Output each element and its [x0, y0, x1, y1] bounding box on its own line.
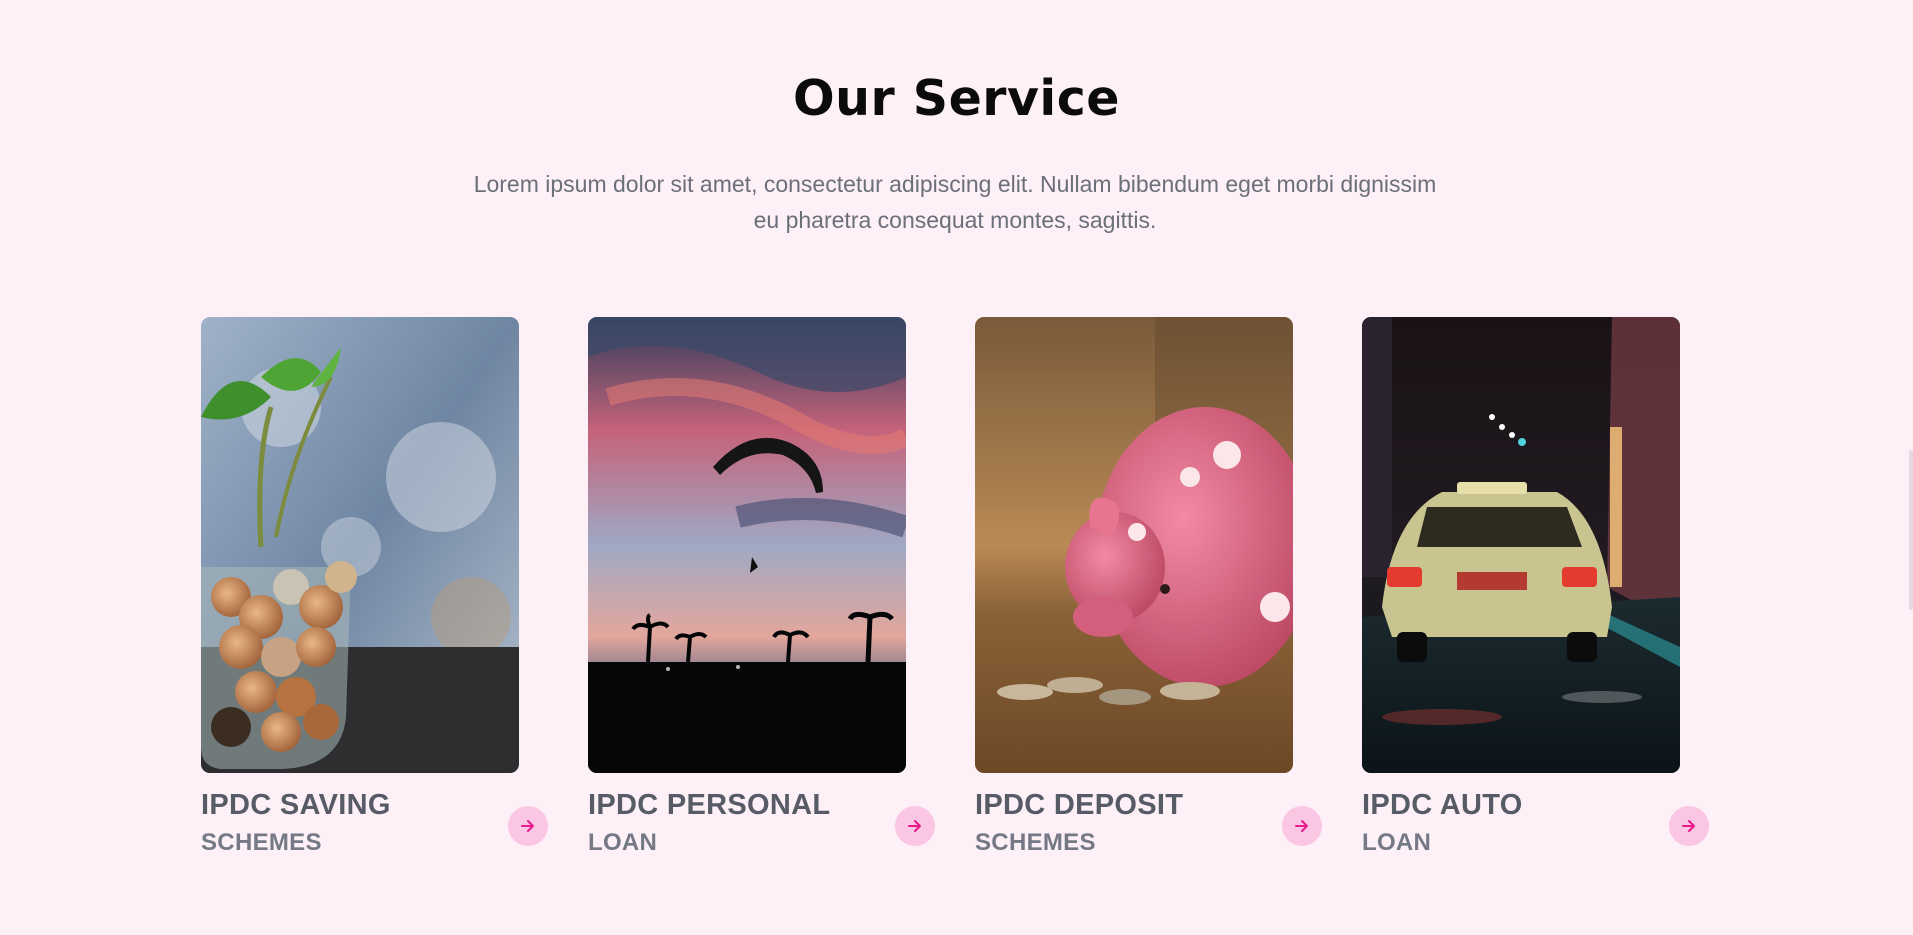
- service-card-auto[interactable]: IPDC AUTO LOAN: [1362, 317, 1722, 877]
- deposit-image[interactable]: [975, 317, 1293, 773]
- card-arrow-button[interactable]: [1669, 806, 1709, 846]
- card-subtitle: SCHEMES: [975, 829, 1096, 856]
- our-service-section: Our Service Lorem ipsum dolor sit amet, …: [0, 0, 1913, 935]
- card-subtitle: LOAN: [1362, 829, 1432, 856]
- arrow-right-icon: [521, 820, 534, 832]
- card-arrow-button[interactable]: [895, 806, 935, 846]
- card-arrow-button[interactable]: [1282, 806, 1322, 846]
- service-card-saving[interactable]: IPDC SAVING SCHEMES: [201, 317, 561, 877]
- section-description: Lorem ipsum dolor sit amet, consectetur …: [473, 171, 1437, 233]
- service-card-personal[interactable]: IPDC PERSONAL LOAN: [588, 317, 948, 877]
- card-arrow-button[interactable]: [508, 806, 548, 846]
- auto-image[interactable]: [1362, 317, 1680, 773]
- card-title: IPDC DEPOSIT: [975, 789, 1184, 821]
- personal-image[interactable]: [588, 317, 906, 773]
- card-title: IPDC PERSONAL: [588, 789, 831, 821]
- scrollbar[interactable]: [1909, 450, 1913, 610]
- arrow-right-icon: [1682, 820, 1695, 832]
- arrow-right-icon: [908, 820, 921, 832]
- service-cards: IPDC SAVING SCHEMES IPDC PERSONAL LOAN I…: [201, 317, 1711, 877]
- card-subtitle: LOAN: [588, 829, 658, 856]
- arrow-right-icon: [1295, 820, 1308, 832]
- saving-image[interactable]: [201, 317, 519, 773]
- service-card-deposit[interactable]: IPDC DEPOSIT SCHEMES: [975, 317, 1335, 877]
- card-title: IPDC SAVING: [201, 789, 391, 821]
- section-title: Our Service: [793, 70, 1120, 127]
- card-title: IPDC AUTO: [1362, 789, 1523, 821]
- card-subtitle: SCHEMES: [201, 829, 322, 856]
